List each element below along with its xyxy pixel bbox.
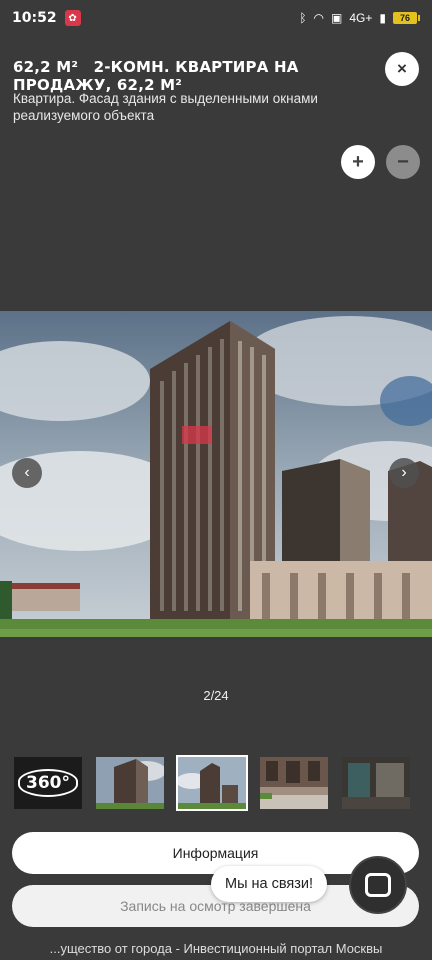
photo-caption: Квартира. Фасад здания с выделенными окн… xyxy=(13,91,318,123)
bluetooth-icon: ᛒ xyxy=(299,11,307,25)
previous-photo-button[interactable]: ‹ xyxy=(12,458,42,488)
thumbnail-strip: 360° xyxy=(14,755,410,811)
status-time: 10:52 xyxy=(12,10,57,26)
app-notification-icon: ✿ xyxy=(64,10,81,26)
status-bar: 10:52 ✿ ᛒ ◠ ▣ 4G+ ▮ 76 xyxy=(0,0,432,36)
listing-title: 62,2 М² 2-КОМН. КВАРТИРА НА ПРОДАЖУ, 62,… xyxy=(13,58,373,94)
volte-icon: ▣ xyxy=(331,11,343,25)
battery-level: 76 xyxy=(393,12,417,24)
battery-icon: 76 xyxy=(393,12,420,24)
status-icons: ᛒ ◠ ▣ 4G+ ▮ 76 xyxy=(299,11,420,25)
thumbnail-photo-3[interactable] xyxy=(260,757,328,809)
thumbnail-photo-2[interactable] xyxy=(176,755,248,811)
area-label: 62,2 М² xyxy=(13,58,79,76)
network-type: 4G+ xyxy=(349,11,373,25)
zoom-in-button[interactable]: + xyxy=(341,145,375,179)
main-photo[interactable] xyxy=(0,311,432,637)
chat-prompt[interactable]: Мы на связи! xyxy=(211,866,328,902)
signal-icon: ▮ xyxy=(379,11,386,25)
thumbnail-360-view[interactable]: 360° xyxy=(14,757,82,809)
browser-footer: ...ущество от города - Инвестиционный по… xyxy=(0,938,432,960)
thumbnail-photo-1[interactable] xyxy=(96,757,164,809)
close-button[interactable]: × xyxy=(385,52,419,86)
highlighted-windows xyxy=(182,426,212,444)
thumbnail-photo-4[interactable] xyxy=(342,757,410,809)
photo-counter: 2/24 xyxy=(203,688,229,703)
chat-icon xyxy=(365,873,391,897)
building-photo xyxy=(0,311,432,637)
chat-button[interactable] xyxy=(349,856,407,914)
360-icon: 360° xyxy=(18,769,78,797)
next-photo-button[interactable]: › xyxy=(389,458,419,488)
hotspot-icon: ◠ xyxy=(313,11,325,25)
zoom-out-button[interactable]: − xyxy=(386,145,420,179)
